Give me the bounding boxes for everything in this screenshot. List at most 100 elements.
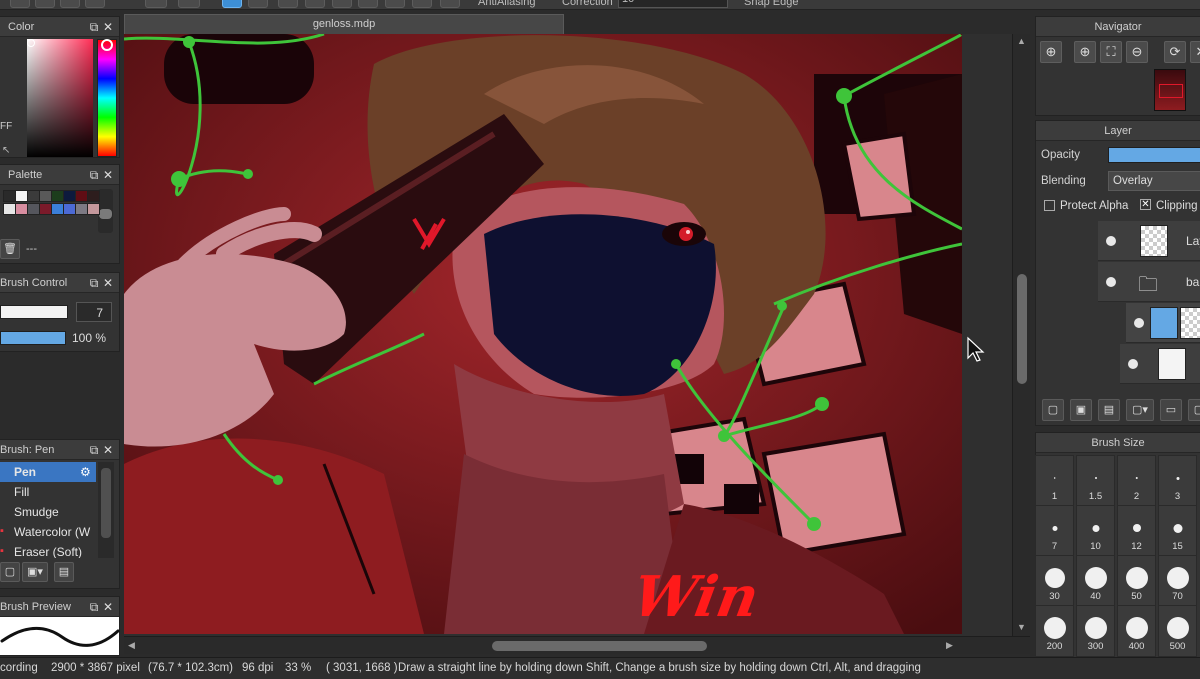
circle-ruler-icon[interactable] — [222, 0, 242, 8]
folder-row[interactable]: 🗀 ba — [1098, 262, 1200, 302]
brush-settings-gear-icon[interactable]: ⚙ — [80, 465, 91, 479]
brush-size-cell[interactable]: 12 — [1117, 505, 1156, 557]
eye-icon[interactable] — [1106, 236, 1116, 246]
brush-list-scroll-thumb[interactable] — [101, 468, 111, 538]
scroll-down-arrow-icon[interactable]: ▼ — [1017, 622, 1026, 632]
brush-list-item[interactable]: Eraser (Soft) ▪ — [0, 542, 96, 558]
brush-size-cell[interactable]: 1.5 — [1076, 455, 1115, 507]
rotate-icon[interactable]: ⟳ — [1164, 41, 1186, 63]
document-tab[interactable]: genloss.mdp — [124, 14, 564, 34]
color-picker-cursor[interactable] — [27, 39, 35, 47]
brush-size-cell[interactable]: 10 — [1076, 505, 1115, 557]
popout-icon[interactable]: ⧉ — [87, 20, 101, 35]
brush-size-cell[interactable]: 500 — [1158, 605, 1197, 657]
brush-list-scrollbar[interactable] — [98, 462, 114, 558]
scroll-left-arrow-icon[interactable]: ◀ — [128, 640, 135, 651]
brush-size-cell[interactable]: 300 — [1076, 605, 1115, 657]
brush-settings-icon[interactable]: ▤ — [54, 562, 74, 582]
brush-size-cell[interactable]: 15 — [1158, 505, 1197, 557]
canvas-vertical-scrollbar[interactable]: ▲ ▼ — [1012, 34, 1030, 638]
brush-size-cell[interactable]: 400 — [1117, 605, 1156, 657]
brush-size-cell[interactable]: 50 — [1117, 555, 1156, 607]
new-layer-icon[interactable]: ▢ — [1042, 399, 1064, 421]
brush-size-cell[interactable]: 200 — [1035, 605, 1074, 657]
blending-mode-select[interactable]: Overlay — [1108, 171, 1200, 191]
copy-tool-icon[interactable] — [85, 0, 105, 8]
scroll-right-arrow-icon[interactable]: ▶ — [946, 640, 953, 651]
layer-row[interactable]: Lay — [1098, 221, 1200, 261]
swap-colors-icon[interactable]: ↖ — [2, 145, 10, 156]
close-icon[interactable]: ✕ — [101, 168, 115, 182]
navigator-viewport-rect[interactable] — [1159, 84, 1183, 98]
undo-icon[interactable] — [10, 0, 30, 8]
zoom-fit-icon[interactable]: ⊕ — [1040, 41, 1062, 63]
brush-list-item[interactable]: Fill — [0, 482, 96, 502]
brush-size-cell[interactable]: 2 — [1117, 455, 1156, 507]
popout-icon[interactable]: ⧉ — [87, 276, 101, 291]
layer-opacity-slider[interactable] — [1108, 147, 1200, 163]
zoom-out-icon[interactable]: ⊖ — [1126, 41, 1148, 63]
rewind-icon[interactable] — [145, 0, 167, 8]
hue-slider-handle[interactable] — [101, 39, 113, 51]
brush-opacity-slider[interactable] — [0, 331, 66, 345]
add-layer-dropdown-icon[interactable]: ▢▾ — [1126, 399, 1154, 421]
brush-size-input[interactable]: 7 — [76, 302, 112, 322]
close-icon[interactable]: ✕ — [101, 443, 115, 457]
brush-tool-icon[interactable] — [35, 0, 55, 8]
brush-size-cell[interactable]: 3 — [1158, 455, 1197, 507]
vertical-scroll-thumb[interactable] — [1017, 274, 1027, 384]
eye-icon[interactable] — [1106, 277, 1116, 287]
brush-size-cell[interactable]: 40 — [1076, 555, 1115, 607]
add-brush-dropdown-icon[interactable]: ▣▾ — [22, 562, 48, 582]
new-brush-icon[interactable]: ▢ — [0, 562, 20, 582]
eye-icon[interactable] — [1128, 359, 1138, 369]
hue-slider[interactable] — [97, 39, 117, 157]
layer-tool-icon[interactable] — [60, 0, 80, 8]
canvas-horizontal-scrollbar[interactable]: ◀ ▶ — [124, 636, 1030, 654]
layer-row[interactable] — [1120, 344, 1200, 384]
scroll-up-arrow-icon[interactable]: ▲ — [1017, 36, 1026, 46]
new-layer-1bit-icon[interactable]: ▣ — [1070, 399, 1092, 421]
grid-ruler-icon[interactable] — [278, 0, 298, 8]
new-layer-8bit-icon[interactable]: ▤ — [1098, 399, 1120, 421]
brush-size-cell[interactable]: 70 — [1158, 555, 1197, 607]
close-icon[interactable]: ✕ — [101, 600, 115, 614]
perspective-ruler-icon[interactable] — [305, 0, 325, 8]
antialiasing-label[interactable]: AntiAliasing — [478, 0, 535, 8]
reset-rotation-icon[interactable]: ✕ — [1190, 41, 1200, 63]
canvas-area[interactable]: Win — [124, 34, 1028, 654]
eye-icon[interactable] — [1134, 318, 1144, 328]
actual-size-icon[interactable]: ⛶ — [1100, 41, 1122, 63]
brush-size-cell[interactable]: 1 — [1035, 455, 1074, 507]
brush-size-cell[interactable]: 30 — [1035, 555, 1074, 607]
artwork-canvas[interactable]: Win — [124, 34, 962, 634]
brush-list-item[interactable]: Smudge — [0, 502, 96, 522]
close-icon[interactable]: ✕ — [101, 276, 115, 290]
brush-size-slider[interactable] — [0, 305, 68, 319]
popout-icon[interactable]: ⧉ — [87, 443, 101, 458]
concentric-ruler-icon[interactable] — [358, 0, 378, 8]
layer-row-selected[interactable] — [1126, 303, 1200, 343]
forward-icon[interactable] — [178, 0, 200, 8]
brush-list-item[interactable]: Watercolor (W ▪ — [0, 522, 96, 542]
horizontal-scroll-thumb[interactable] — [492, 641, 707, 651]
new-folder-icon[interactable]: ▭ — [1160, 399, 1182, 421]
palette-swatch[interactable] — [87, 203, 100, 215]
brush-size-cell[interactable]: 7 — [1035, 505, 1074, 557]
saturation-value-picker[interactable] — [27, 39, 93, 157]
snap-settings-icon[interactable] — [440, 0, 460, 8]
snap-edge-label[interactable]: Snap Edge — [744, 0, 798, 8]
correction-input[interactable]: 10 — [618, 0, 728, 8]
zoom-in-icon[interactable]: ⊕ — [1074, 41, 1096, 63]
palette-scroll-thumb[interactable] — [99, 209, 112, 219]
protect-alpha-checkbox[interactable] — [1044, 200, 1055, 211]
layer-more-icon[interactable]: ▢ — [1188, 399, 1200, 421]
navigator-thumbnail[interactable] — [1154, 69, 1186, 111]
trash-icon[interactable]: 🗑 — [0, 239, 20, 259]
parallel-ruler-icon[interactable] — [248, 0, 268, 8]
close-icon[interactable]: ✕ — [101, 20, 115, 34]
palette-scrollbar[interactable] — [98, 189, 113, 233]
radial-ruler-icon[interactable] — [385, 0, 405, 8]
symmetry-ruler-icon[interactable] — [412, 0, 432, 8]
clipping-checkbox[interactable]: ✕ — [1140, 199, 1151, 210]
